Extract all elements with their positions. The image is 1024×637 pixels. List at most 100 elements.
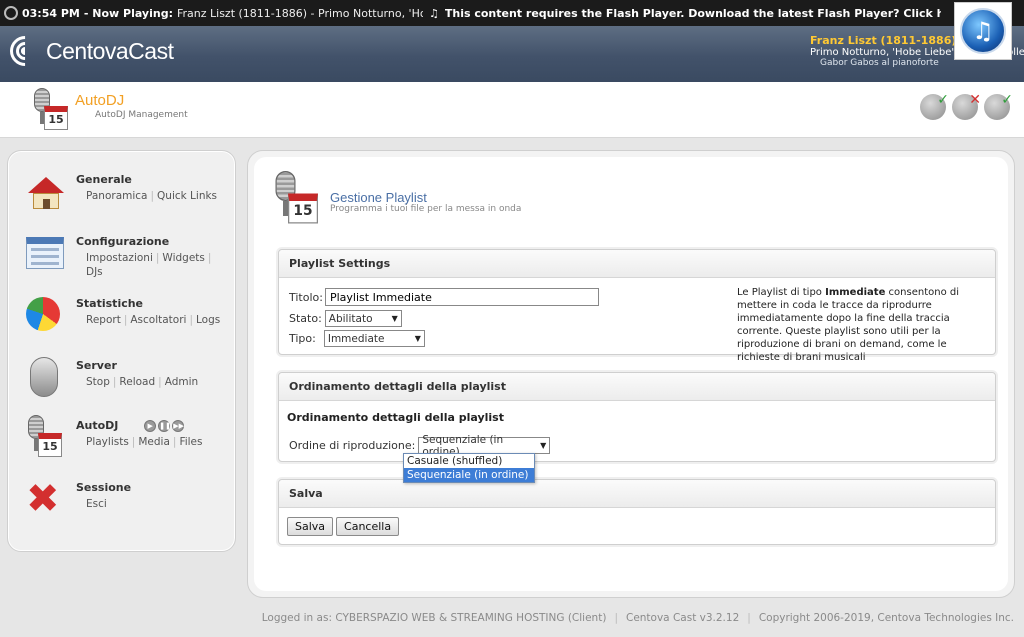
logo-text: CentovaCast [46,37,174,64]
nav-link-stop[interactable]: Stop [86,376,110,388]
state-select-value: Abilitato [328,312,373,325]
main-panel: 15 Gestione Playlist Programma i tuoi fi… [247,150,1015,598]
reload-autodj-icon[interactable]: ✓ [984,92,1013,120]
nav-title-autodj[interactable]: AutoDJ [76,419,118,432]
music-note-icon: ♫ [428,6,439,20]
type-select[interactable]: Immediate ▼ [323,330,425,347]
pie-chart-icon[interactable] [22,293,66,337]
nav-link-playlists[interactable]: Playlists [86,436,129,448]
nav-group-generale: Generale Panoramica | Quick Links [22,169,217,213]
save-heading: Salva [279,480,995,508]
help-bold: Immediate [825,287,886,298]
autodj-icon[interactable]: 15 [22,415,66,459]
nav-title-configurazione[interactable]: Configurazione [76,235,214,248]
chevron-down-icon: ▼ [391,314,398,323]
state-row: Stato: Abilitato ▼ [289,310,402,327]
order-heading: Ordinamento dettagli della playlist [279,373,995,401]
nav-link-logs[interactable]: Logs [196,314,220,326]
nav-link-files[interactable]: Files [179,436,202,448]
nav-title-generale[interactable]: Generale [76,173,217,186]
main-content: 15 Gestione Playlist Programma i tuoi fi… [254,157,1008,591]
nav-link-panoramica[interactable]: Panoramica [86,190,147,202]
autodj-controls: ▶ ❚❚ ▶▶ [144,420,185,432]
order-label: Ordine di riproduzione: [289,439,416,452]
nav-title-statistiche[interactable]: Statistiche [76,297,220,310]
nav-link-esci[interactable]: Esci [86,498,107,510]
nav-group-statistiche: Statistiche Report | Ascoltatori | Logs [22,293,220,337]
music-player-badge[interactable]: ♫ [954,2,1012,60]
state-label: Stato: [289,312,322,325]
section-header: 15 AutoDJ AutoDJ Management ✓ ✕ ✓ [0,82,1024,138]
now-playing-ticker: 03:54 PM - Now Playing: Franz Liszt (181… [0,0,1024,26]
page-calendar-day: 15 [288,193,318,224]
save-actions: Salva Cancella [287,517,400,536]
centovacast-logo[interactable]: CentovaCast [3,29,174,73]
settings-window-icon[interactable] [22,231,66,275]
nav-link-reload[interactable]: Reload [119,376,155,388]
ticker-now-playing-label: - Now Playing: [83,6,173,20]
server-icon[interactable] [22,355,66,399]
sidebar: Generale Panoramica | Quick Links Configur… [7,150,236,552]
autodj-pause-icon[interactable]: ❚❚ [158,420,171,432]
nav-link-report[interactable]: Report [86,314,121,326]
settings-help-text: Le Playlist di tipo Immediate consentono… [737,286,987,364]
playlist-mic-calendar-icon: 15 [268,171,318,224]
help-suffix: consentono di mettere in coda le tracce … [737,287,960,363]
footer-logged-in: Logged in as: CYBERSPAZIO WEB & STREAMIN… [261,612,607,624]
ticker-time: 03:54 PM [22,6,80,20]
order-select[interactable]: Sequenziale (in ordine) ▼ [418,434,551,458]
order-subheading: Ordinamento dettagli della playlist [287,411,504,424]
order-option-sequential[interactable]: Sequenziale (in ordine) [404,468,534,482]
order-dropdown-list: Casuale (shuffled) Sequenziale (in ordin… [403,453,535,483]
chevron-down-icon: ▼ [540,441,547,450]
headphones-icon [4,6,18,20]
flash-player-message[interactable]: This content requires the Flash Player. … [445,7,941,20]
nav-group-sessione: ✖ Sessione Esci [22,477,131,521]
autodj-next-icon[interactable]: ▶▶ [172,420,185,432]
order-settings-box: Ordinamento dettagli della playlist Ordi… [278,372,996,483]
nav-title-sessione[interactable]: Sessione [76,481,131,494]
save-button[interactable]: Salva [287,517,334,536]
nav-group-server: Server Stop | Reload | Admin [22,355,198,399]
home-icon[interactable] [22,169,66,213]
type-row: Tipo: Immediate ▼ [289,330,425,347]
page-header: 15 Gestione Playlist Programma i tuoi fi… [268,171,521,224]
section-description: AutoDJ Management [95,110,188,120]
calendar-day: 15 [38,433,62,457]
stop-autodj-icon[interactable]: ✕ [952,92,981,120]
section-title: AutoDJ [75,92,125,109]
type-label: Tipo: [289,332,316,345]
start-autodj-icon[interactable]: ✓ [920,92,949,120]
nav-link-ascoltatori[interactable]: Ascoltatori [130,314,186,326]
nav-group-autodj: 15 AutoDJ ▶ ❚❚ ▶▶ Playlists | Media | Files [22,415,202,459]
nav-link-impostazioni[interactable]: Impostazioni [86,252,153,264]
cancel-button[interactable]: Cancella [336,517,400,536]
nav-link-media[interactable]: Media [138,436,170,448]
nav-link-djs[interactable]: DJs [86,266,103,278]
music-note-disc-icon: ♫ [960,8,1006,54]
nav-link-admin[interactable]: Admin [165,376,198,388]
header-actions: ✓ ✕ ✓ [920,92,1013,120]
logout-x-icon[interactable]: ✖ [22,477,66,521]
autodj-play-icon[interactable]: ▶ [144,420,157,432]
footer: Logged in as: CYBERSPAZIO WEB & STREAMIN… [261,612,1014,624]
nav-title-server[interactable]: Server [76,359,198,372]
help-prefix: Le Playlist di tipo [737,287,822,298]
footer-version: Centova Cast v3.2.12 [625,612,740,624]
title-input[interactable] [324,288,599,306]
broadcast-icon [3,29,47,73]
chevron-down-icon: ▼ [414,334,421,343]
page-description: Programma i tuoi file per la messa in on… [330,204,522,214]
playlist-settings-heading: Playlist Settings [279,250,995,278]
order-row: Ordine di riproduzione: Sequenziale (in … [289,434,551,458]
title-row: Titolo: [289,288,599,306]
nav-link-widgets[interactable]: Widgets [162,252,204,264]
app-header: CentovaCast Franz Liszt (1811-1886) Prim… [0,26,1024,82]
type-select-value: Immediate [327,332,385,345]
order-option-shuffled[interactable]: Casuale (shuffled) [404,454,534,468]
page-title: Gestione Playlist [330,190,427,205]
state-select[interactable]: Abilitato ▼ [324,310,402,327]
nav-link-quick-links[interactable]: Quick Links [157,190,217,202]
calendar-day: 15 [44,106,68,130]
ticker-track: Franz Liszt (1811-1886) - Primo Notturno… [176,6,423,20]
